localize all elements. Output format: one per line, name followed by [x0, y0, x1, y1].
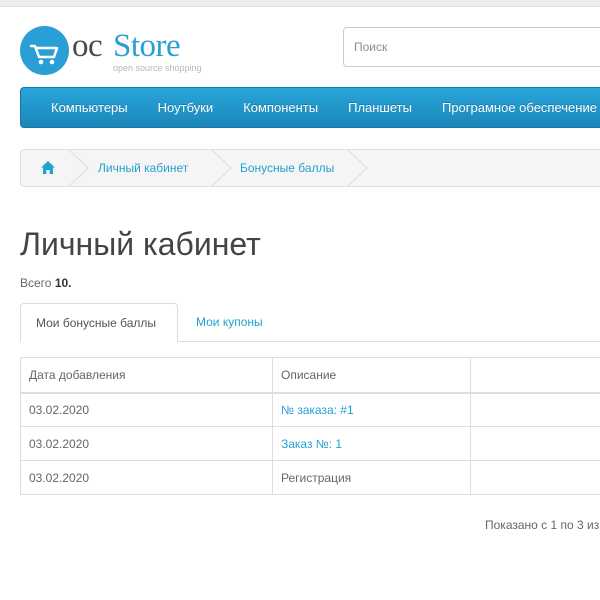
menu-item-laptops[interactable]: Ноутбуки — [143, 100, 229, 115]
menu-item-components[interactable]: Компоненты — [228, 100, 333, 115]
search-input[interactable] — [343, 27, 600, 67]
main-menu: Компьютеры Ноутбуки Компоненты Планшеты … — [20, 87, 600, 128]
breadcrumb-separator-icon — [211, 149, 232, 187]
store-logo[interactable]: oc Store open source shopping — [20, 26, 220, 76]
menu-item-tablets[interactable]: Планшеты — [333, 100, 427, 115]
breadcrumb: Личный кабинет Бонусные баллы — [20, 149, 600, 187]
column-header-date: Дата добавления — [20, 357, 273, 394]
points-total-value: 10. — [54, 276, 72, 290]
breadcrumb-account[interactable]: Личный кабинет — [98, 161, 188, 175]
menu-item-software[interactable]: Програмное обеспечение — [427, 100, 600, 115]
order-link[interactable]: Заказ №: 1 — [281, 437, 342, 451]
order-link[interactable]: № заказа: #1 — [281, 403, 354, 417]
breadcrumb-separator-icon — [68, 149, 89, 187]
table-row: 03.02.2020 Регистрация — [20, 460, 600, 495]
logo-tagline: open source shopping — [113, 63, 202, 73]
column-header-description: Описание — [272, 357, 471, 394]
table-row: 03.02.2020 Заказ №: 1 — [20, 426, 600, 461]
tab-coupons[interactable]: Мои купоны — [196, 315, 263, 329]
points-total-label: Всего — [20, 276, 52, 290]
row-description: Регистрация — [272, 460, 471, 495]
top-bar — [0, 0, 600, 7]
row-points — [470, 392, 600, 427]
table-header-row: Дата добавления Описание — [20, 357, 600, 394]
row-points — [470, 426, 600, 461]
row-description: Заказ №: 1 — [272, 426, 471, 461]
home-icon[interactable] — [41, 161, 55, 177]
row-date: 03.02.2020 — [20, 426, 273, 461]
breadcrumb-reward-points[interactable]: Бонусные баллы — [240, 161, 334, 175]
logo-text-store: Store — [113, 28, 181, 64]
table-row: 03.02.2020 № заказа: #1 — [20, 392, 600, 427]
menu-item-computers[interactable]: Компьютеры — [36, 100, 143, 115]
points-total: Всего 10. — [20, 276, 72, 290]
column-header-points — [470, 357, 600, 394]
reward-points-table: Дата добавления Описание 03.02.2020 № за… — [20, 357, 600, 495]
logo-text-oc: oc — [72, 28, 103, 64]
row-points — [470, 460, 600, 495]
breadcrumb-separator-icon — [347, 149, 368, 187]
row-date: 03.02.2020 — [20, 460, 273, 495]
page-title: Личный кабинет — [20, 226, 261, 262]
pagination-results: Показано с 1 по 3 из — [485, 518, 600, 532]
tab-reward-points[interactable]: Мои бонусные баллы — [20, 303, 178, 342]
row-description: № заказа: #1 — [272, 392, 471, 427]
cart-logo-icon — [20, 26, 69, 75]
row-date: 03.02.2020 — [20, 392, 273, 427]
